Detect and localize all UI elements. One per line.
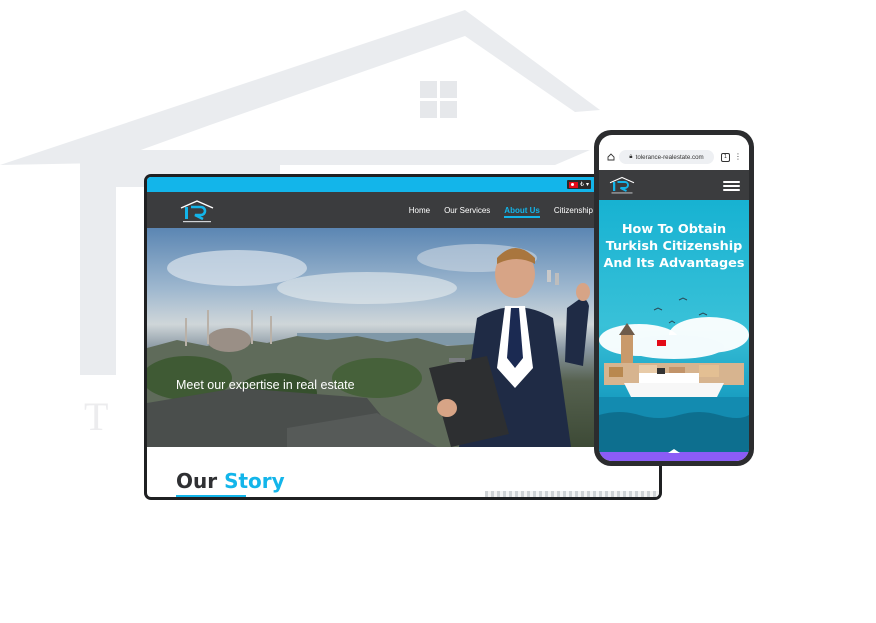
- chevron-down-icon: ▾: [585, 181, 589, 188]
- nav-citizenship[interactable]: Citizenship: [554, 206, 593, 215]
- top-bar: ₺ ▾: [147, 177, 659, 192]
- istanbul-illustration: [599, 297, 749, 452]
- image-strip: [485, 491, 659, 497]
- hero-banner: Meet our expertise in real estate: [147, 228, 659, 447]
- phone-screen: 🔒︎ tolerance-realestate.com 1 ⋮ How To O…: [599, 135, 749, 461]
- mobile-hero: How To Obtain Turkish Citizenship And It…: [599, 200, 749, 452]
- tabs-icon[interactable]: 1: [721, 153, 730, 162]
- hero-tagline: Meet our expertise in real estate: [176, 378, 355, 392]
- nav-our-services[interactable]: Our Services: [444, 206, 490, 215]
- site-navbar: Home Our Services About Us Citizenship: [147, 192, 659, 228]
- title-underline: [176, 495, 246, 497]
- browser-address-bar: 🔒︎ tolerance-realestate.com 1 ⋮: [599, 145, 749, 170]
- hero-title-line: And Its Advantages: [603, 256, 745, 271]
- title-word-story: Story: [224, 469, 285, 493]
- url-text: tolerance-realestate.com: [635, 153, 704, 161]
- main-navigation: Home Our Services About Us Citizenship: [409, 192, 593, 228]
- desktop-mockup: ₺ ▾ Home Our Services About Us Citizensh…: [144, 174, 662, 500]
- language-currency-selector[interactable]: ₺ ▾: [567, 180, 591, 189]
- more-menu-icon[interactable]: ⋮: [734, 152, 742, 161]
- phone-mockup: 🔒︎ tolerance-realestate.com 1 ⋮ How To O…: [594, 130, 754, 466]
- hero-title-line: Turkish Citizenship: [605, 239, 743, 254]
- nav-about-us[interactable]: About Us: [504, 206, 540, 218]
- mobile-navbar: [599, 170, 749, 200]
- turkey-flag-icon: [569, 181, 579, 188]
- nav-home[interactable]: Home: [409, 206, 430, 215]
- lock-icon: 🔒︎: [629, 153, 633, 160]
- hero-title: How To Obtain Turkish Citizenship And It…: [599, 221, 749, 272]
- url-field[interactable]: 🔒︎ tolerance-realestate.com: [619, 150, 714, 164]
- section-title: Our Story: [176, 469, 285, 493]
- hero-title-line: How To Obtain: [621, 222, 727, 237]
- desktop-screen: ₺ ▾ Home Our Services About Us Citizensh…: [147, 177, 659, 497]
- site-logo[interactable]: [607, 174, 637, 196]
- scroll-up-bar[interactable]: [599, 449, 749, 461]
- home-icon[interactable]: [607, 153, 615, 161]
- hamburger-menu-icon[interactable]: [723, 181, 740, 191]
- title-word-our: Our: [176, 469, 218, 493]
- site-logo[interactable]: [177, 198, 217, 224]
- hero-image: [147, 244, 590, 447]
- currency-symbol: ₺: [580, 181, 584, 188]
- status-bar: [599, 135, 749, 145]
